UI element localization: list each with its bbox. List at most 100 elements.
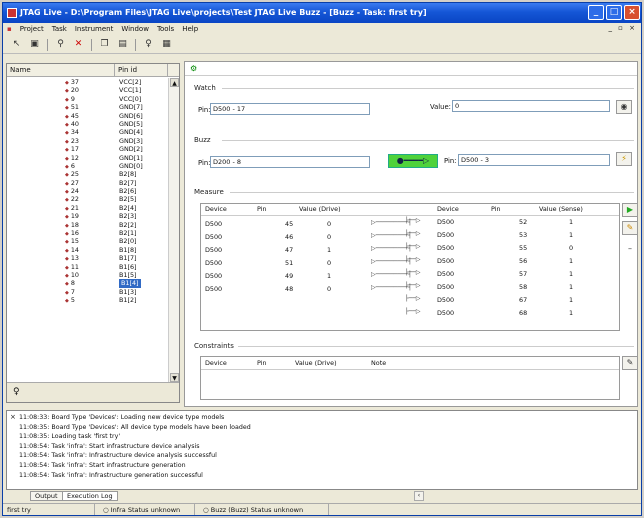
measure-run-button[interactable]: ▶	[622, 203, 638, 217]
title-bar: JTAG Live - D:\Program Files\JTAG Live\p…	[3, 3, 641, 23]
scroll-down-arrow[interactable]: ▼	[170, 373, 179, 382]
pin-row[interactable]: 23GND[3]	[7, 137, 169, 145]
pin-row[interactable]: 10B1[5]	[7, 271, 169, 279]
menu-help[interactable]: Help	[182, 25, 198, 33]
measure-edit-button[interactable]: ✎	[622, 221, 638, 235]
watch-value-field[interactable]: 0	[452, 100, 610, 112]
constraints-table: Device Pin Value (Drive) Note	[200, 356, 620, 400]
delete-icon[interactable]: ✕	[73, 39, 84, 50]
pin-id: GND[1]	[119, 153, 143, 162]
pin-id: B2[8]	[119, 170, 137, 179]
pin-row[interactable]: 40GND[5]	[7, 120, 169, 128]
probe-icon[interactable]: ♀	[143, 39, 154, 50]
buzz-to-field[interactable]: D500 - 3	[458, 154, 610, 166]
watch-eye-button[interactable]: ◉	[616, 100, 632, 114]
close-button[interactable]: ×	[624, 5, 640, 20]
pin-row[interactable]: 18B2[2]	[7, 221, 169, 229]
pin-row[interactable]: 24B2[6]	[7, 187, 169, 195]
chip-icon[interactable]: ▦	[161, 39, 172, 50]
pin-row[interactable]: 6GND[0]	[7, 162, 169, 170]
col-name[interactable]: Name	[7, 64, 115, 76]
log-line: 11:08:35: Board Type 'Devices': All devi…	[19, 423, 251, 431]
log-pin-icon[interactable]: ×	[10, 413, 16, 421]
minimize-button[interactable]: _	[588, 5, 604, 20]
constraint-col-header: Note	[371, 359, 387, 367]
mdi-controls[interactable]: _ ▫ ×	[608, 24, 637, 32]
watch-pin-label: Pin:	[198, 106, 211, 114]
buzz-group-title: Buzz	[194, 136, 211, 144]
watch-group: Watch Pin: D500 - 17 Value: 0 ◉	[194, 84, 634, 124]
buzz-from-field[interactable]: D200 - 8	[210, 156, 370, 168]
pin-id: B2[6]	[119, 187, 137, 196]
infra-status-icon: ○	[103, 506, 109, 514]
watch-pin-field[interactable]: D500 - 17	[210, 103, 370, 115]
constraints-group-title: Constraints	[194, 342, 234, 350]
sense-cell: 1	[569, 270, 574, 278]
scroll-up-arrow[interactable]: ▲	[170, 78, 179, 87]
pin-row[interactable]: 25B2[8]	[7, 170, 169, 178]
pin-row[interactable]: 27B2[7]	[7, 179, 169, 187]
sense-cell: D500	[437, 283, 455, 291]
maximize-button[interactable]: □	[606, 5, 622, 20]
buzz-connection-indicator: ●━━━━▷	[388, 154, 438, 168]
drive-cell: 49	[285, 272, 294, 280]
sense-col-header: Value (Sense)	[539, 205, 583, 213]
pin-id: B2[7]	[119, 178, 137, 187]
pin-id: GND[3]	[119, 136, 143, 145]
pin-tool-icon[interactable]: ⚲	[55, 39, 66, 50]
status-task-name: first try	[3, 504, 95, 515]
log-line: 11:08:54: Task 'infra': Start infrastruc…	[19, 462, 186, 469]
pin-row[interactable]: 13B1[7]	[7, 254, 169, 262]
pin-id: B1[7]	[119, 254, 137, 263]
save-icon[interactable]: ▣	[29, 39, 40, 50]
toolbar-separator	[91, 38, 92, 51]
pin-row[interactable]: 15B2[0]	[7, 237, 169, 245]
tab-execution-log[interactable]: Execution Log	[62, 491, 118, 501]
pin-row[interactable]: 16B2[1]	[7, 229, 169, 237]
pin-id: VCC[1]	[119, 86, 142, 95]
measure-table: Device Pin Value (Drive) Device Pin Value (Se…	[200, 203, 620, 331]
copy-icon[interactable]: ❐	[99, 39, 110, 50]
drive-cell: 45	[285, 220, 294, 228]
buzz-lightning-button[interactable]: ⚡	[616, 152, 632, 166]
pin-row[interactable]: 11B1[6]	[7, 263, 169, 271]
window-icon[interactable]: ▤	[117, 39, 128, 50]
menu-task[interactable]: Task	[52, 25, 67, 33]
pointer-icon[interactable]: ↖	[11, 39, 22, 50]
sense-cell: 57	[519, 270, 528, 278]
pin-row[interactable]: 7B1[3]	[7, 288, 169, 296]
menu-instrument[interactable]: Instrument	[75, 25, 114, 33]
pin-row[interactable]: 5 B1[2]	[7, 296, 169, 304]
pin-row[interactable]: 34GND[4]	[7, 128, 169, 136]
pin-row[interactable]: 22B2[5]	[7, 195, 169, 203]
pin-row[interactable]: 9VCC[0]	[7, 95, 169, 103]
status-buzz: ○ Buzz (Buzz) Status unknown	[199, 504, 329, 515]
tab-output[interactable]: Output	[30, 491, 63, 501]
output-log: × 11:08:33: Board Type 'Devices': Loadin…	[6, 410, 638, 490]
pin-id: B2[4]	[119, 203, 137, 212]
pin-row[interactable]: 21B2[4]	[7, 204, 169, 212]
pin-row[interactable]: 51GND[7]	[7, 103, 169, 111]
pin-list-scrollbar[interactable]: ▲ ▼	[168, 78, 179, 382]
measure-remove-button[interactable]: –	[622, 243, 638, 257]
col-pin-id[interactable]: Pin id	[115, 64, 168, 76]
pin-row[interactable]: 12GND[1]	[7, 154, 169, 162]
log-scroll-left[interactable]: ‹	[414, 491, 424, 501]
pin-row[interactable]: 37VCC[2]	[7, 78, 169, 86]
constraints-edit-button[interactable]: ✎	[622, 356, 638, 370]
pin-row[interactable]: 8B1[4]	[7, 279, 169, 288]
probe-icon[interactable]: ♀	[13, 387, 20, 397]
buzz-group: Buzz Pin: D200 - 8 ●━━━━▷ Pin: D500 - 3 …	[194, 136, 634, 176]
pin-row[interactable]: 17GND[2]	[7, 145, 169, 153]
run-task-icon[interactable]: ⚙	[190, 64, 197, 73]
menu-window[interactable]: Window	[121, 25, 149, 33]
menu-tools[interactable]: Tools	[157, 25, 174, 33]
sense-cell: 56	[519, 257, 528, 265]
pin-id: B1[5]	[119, 270, 137, 279]
pin-row[interactable]: 19B2[3]	[7, 212, 169, 220]
pin-row[interactable]: 20VCC[1]	[7, 86, 169, 94]
sense-cell: 67	[519, 296, 528, 304]
menu-project[interactable]: Project	[20, 25, 44, 33]
pin-row[interactable]: 14B1[8]	[7, 246, 169, 254]
pin-row[interactable]: 45GND[6]	[7, 112, 169, 120]
